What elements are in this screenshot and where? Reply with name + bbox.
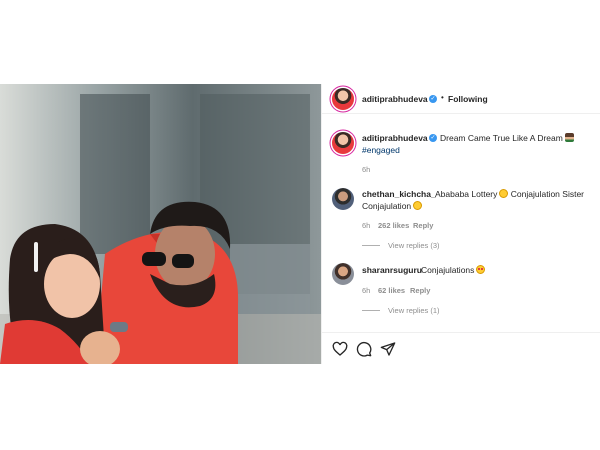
view-replies-button[interactable]: View replies (3) [388,241,440,250]
post-photo[interactable] [0,84,321,364]
couple-photo [0,84,321,364]
instagram-post: aditiprabhudeva ✓ • Following aditiprabh… [0,84,600,364]
grin-emoji-icon [499,189,509,198]
replies-divider [362,245,380,246]
caption-text: Dream Came True Like A Dream [440,133,574,143]
verified-badge-icon: ✓ [429,95,437,103]
grin-emoji-icon [413,201,423,210]
comment-likes[interactable]: 62 likes [378,286,405,295]
reply-button[interactable]: Reply [410,286,430,295]
separator-dot: • [441,93,444,102]
reply-button[interactable]: Reply [413,221,433,230]
commenter-avatar[interactable] [332,263,354,285]
verified-badge-icon: ✓ [429,134,437,142]
following-button[interactable]: Following [448,94,488,104]
comment-text: Abababa Lottery Conjajulation Sister [435,189,584,199]
comment-text-continued: Conjajulation [362,201,423,211]
heart-icon[interactable] [332,341,348,357]
caption-username[interactable]: aditiprabhudeva [362,133,428,143]
star-struck-emoji-icon [476,265,486,274]
paper-plane-icon[interactable] [380,341,396,357]
author-avatar[interactable] [332,88,354,110]
comment-username[interactable]: chethan_kichcha_ [362,189,436,199]
author-username[interactable]: aditiprabhudeva [362,94,428,104]
comment-timestamp[interactable]: 6h [362,286,370,295]
replies-divider [362,310,380,311]
comment-bubble-icon[interactable] [356,341,372,357]
comment-timestamp[interactable]: 6h [362,221,370,230]
view-replies-button[interactable]: View replies (1) [388,306,440,315]
caption-timestamp[interactable]: 6h [362,165,370,174]
comment-text: Conjajulations [421,265,486,275]
post-sidebar: aditiprabhudeva ✓ • Following aditiprabh… [321,84,600,364]
comment-username[interactable]: sharanrsuguru [362,265,422,275]
action-bar [322,332,600,364]
commenter-avatar[interactable] [332,188,354,210]
hashtag-link[interactable]: #engaged [362,145,400,155]
comment-likes[interactable]: 262 likes [378,221,409,230]
caption-avatar[interactable] [332,132,354,154]
post-header: aditiprabhudeva ✓ • Following [322,84,600,114]
couple-emoji-icon [564,133,574,142]
